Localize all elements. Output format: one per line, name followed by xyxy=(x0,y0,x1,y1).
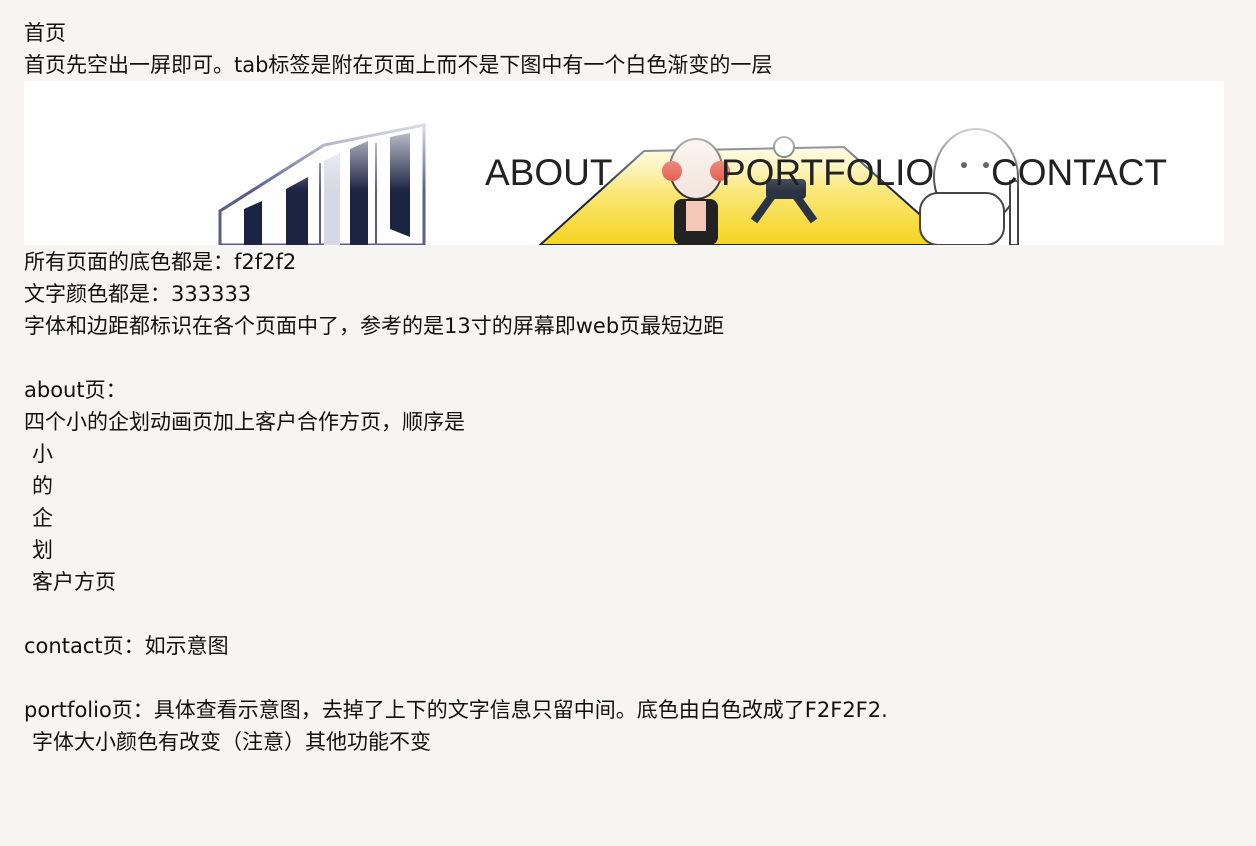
background-color-note: 所有页面的底色都是：f2f2f2 xyxy=(24,250,297,274)
text-color-note: 文字颜色都是：333333 xyxy=(24,282,252,306)
about-title: about页： xyxy=(24,378,127,402)
tab-about[interactable]: ABOUT xyxy=(485,153,612,193)
intro-text: 首页先空出一屏即可。tab标签是附在页面上而不是下图中有一个白色渐变的一层 xyxy=(24,53,773,77)
tab-contact[interactable]: CONTACT xyxy=(991,153,1167,193)
homepage-banner-image: ABOUT PORTFOLIO CONTACT xyxy=(24,81,1224,245)
document: 首页 首页先空出一屏即可。tab标签是附在页面上而不是下图中有一个白色渐变的一层 xyxy=(24,17,1224,758)
heading-home: 首页 xyxy=(24,21,66,45)
contact-note: contact页：如示意图 xyxy=(24,634,229,658)
tab-portfolio[interactable]: PORTFOLIO xyxy=(721,153,934,193)
about-list-item: 的 xyxy=(32,474,53,498)
portfolio-note-detail: 字体大小颜色有改变（注意）其他功能不变 xyxy=(32,730,431,754)
about-list-item: 划 xyxy=(32,538,53,562)
about-description: 四个小的企划动画页加上客户合作方页，顺序是 xyxy=(24,410,465,434)
about-list-item: 小 xyxy=(32,442,53,466)
about-list-item: 企 xyxy=(32,506,53,530)
about-list-item: 客户方页 xyxy=(32,570,116,594)
portfolio-note: portfolio页：具体查看示意图，去掉了上下的文字信息只留中间。底色由白色改… xyxy=(24,698,888,722)
font-margin-note: 字体和边距都标识在各个页面中了，参考的是13寸的屏幕即web页最短边距 xyxy=(24,314,725,338)
